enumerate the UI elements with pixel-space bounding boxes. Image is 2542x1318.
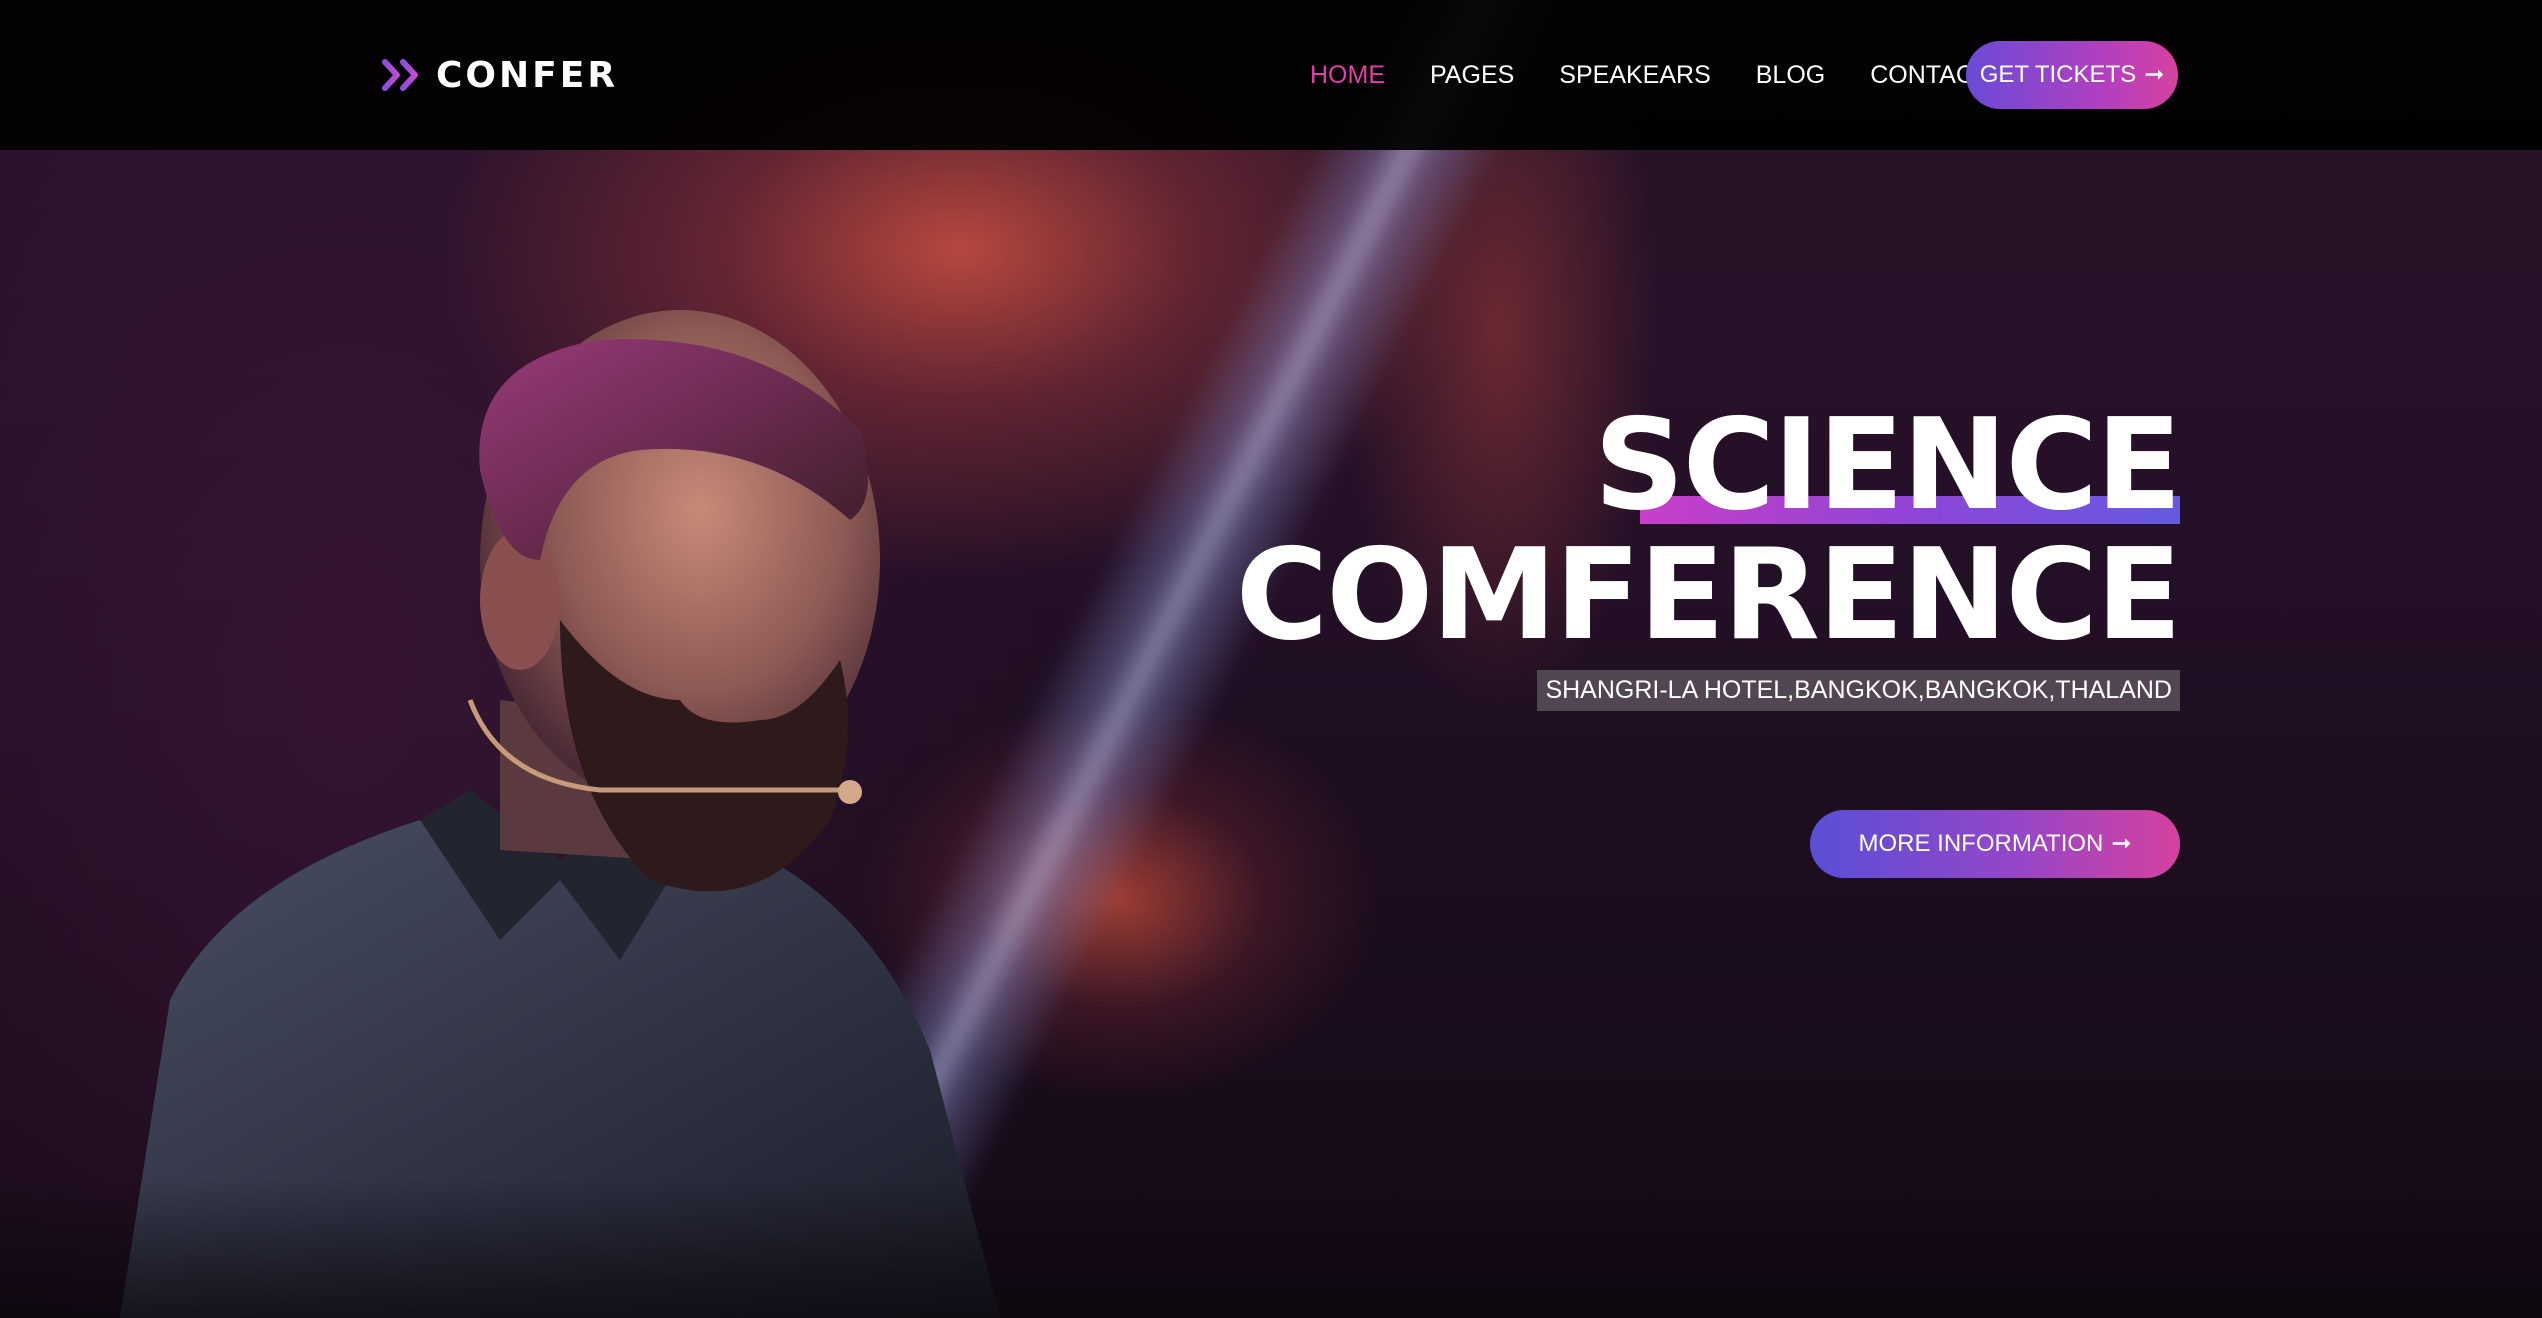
nav-item-blog[interactable]: BLOG	[1756, 61, 1825, 90]
more-information-button[interactable]: MORE INFORMATION ➞	[1810, 810, 2180, 878]
page: CONFER HOME PAGES SPEAKEARS BLOG CONTACT…	[0, 0, 2542, 1318]
more-information-label: MORE INFORMATION	[1858, 830, 2104, 857]
hero-title-word-science: SCIENCE	[1593, 391, 2182, 538]
get-tickets-label: GET TICKETS	[1979, 61, 2137, 88]
speaker-photo	[120, 310, 1000, 1318]
arrow-right-icon: ➞	[2144, 61, 2165, 88]
get-tickets-button[interactable]: GET TICKETS ➞	[1966, 41, 2178, 109]
event-location: SHANGRI-LA HOTEL,BANGKOK,BANGKOK,THALAND	[1537, 670, 2180, 711]
top-navbar: CONFER HOME PAGES SPEAKEARS BLOG CONTACT…	[0, 0, 2542, 150]
nav-item-pages[interactable]: PAGES	[1430, 61, 1514, 90]
nav-item-speakears[interactable]: SPEAKEARS	[1559, 61, 1710, 90]
hero-content: SCIENCE COMFERENCE SHANGRI-LA HOTEL,BANG…	[1235, 400, 2182, 711]
hero-title-line-1: SCIENCE	[1594, 400, 2182, 530]
nav-item-home[interactable]: HOME	[1310, 61, 1385, 90]
main-nav: HOME PAGES SPEAKEARS BLOG CONTACT	[1310, 50, 1989, 100]
arrow-right-icon: ➞	[2111, 830, 2132, 857]
brand-name: CONFER	[436, 54, 619, 96]
hero-title-line-2: COMFERENCE	[1235, 521, 2182, 668]
brand-logo[interactable]: CONFER	[382, 50, 618, 100]
bottom-vignette	[0, 1178, 2542, 1318]
double-chevron-right-icon	[382, 59, 418, 91]
